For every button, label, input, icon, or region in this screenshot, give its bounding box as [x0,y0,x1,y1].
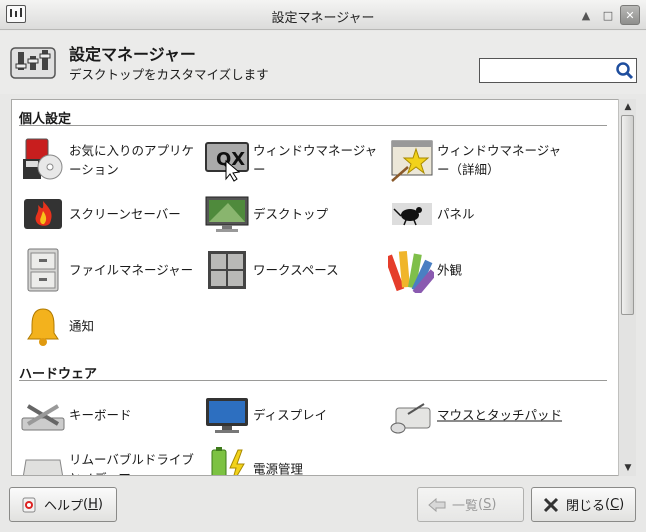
item-desktop[interactable]: デスクトップ [203,190,388,238]
section-divider [19,380,607,381]
item-removable-drives[interactable]: リムーバブルドライブとメディア [19,445,204,475]
bell-icon [19,302,67,350]
all-settings-button[interactable]: 一覧(S) [417,487,524,522]
item-label: ディスプレイ [253,407,328,423]
item-label: ファイルマネージャー [69,262,194,278]
close-window-icon[interactable]: ✕ [620,5,640,25]
close-accel: C [610,497,620,512]
item-label: ワークスペース [253,262,339,278]
mouse-icon [387,391,435,439]
item-workspaces[interactable]: ワークスペース [203,246,388,294]
item-keyboard[interactable]: キーボード [19,391,204,439]
maximize-window-icon[interactable]: □ [598,5,618,25]
help-label: ヘルプ [44,499,84,514]
item-panel[interactable]: パネル [387,190,572,238]
item-notifications[interactable]: 通知 [19,302,204,350]
window-title: 設定マネージャー [271,11,375,26]
header-title: 設定マネージャー [69,45,196,64]
item-label: 外観 [437,262,463,278]
search-icon[interactable] [615,61,634,80]
back-arrow-icon [428,496,446,514]
favorite-apps-icon [19,136,67,184]
window-manager-tweaks-icon [387,136,435,184]
shade-window-icon[interactable]: ▲ [576,5,596,25]
screensaver-icon [19,190,67,238]
item-display[interactable]: ディスプレイ [203,391,388,439]
vertical-scrollbar[interactable]: ▲ ▼ [618,99,636,476]
item-label: リムーバブルドライブとメディア [69,452,194,475]
section-divider [19,125,607,126]
item-label: パネル [437,206,475,222]
settings-manager-icon [10,44,56,80]
removable-drive-icon [19,445,67,475]
scroll-down-icon[interactable]: ▼ [622,462,634,474]
help-button[interactable]: ヘルプ(H) [9,487,117,522]
file-manager-icon [19,246,67,294]
search-input[interactable] [479,58,637,83]
item-label: 通知 [69,318,95,334]
scrollbar-thumb[interactable] [621,115,634,315]
desktop-icon [203,190,251,238]
item-label: デスクトップ [253,206,329,222]
help-accel: H [88,497,98,512]
title-bar: 設定マネージャー ▲ □ ✕ [0,0,646,30]
keyboard-icon [19,391,67,439]
item-label: ウィンドウマネージャー（詳細） [437,143,562,177]
item-favorite-apps[interactable]: お気に入りのアプリケーション [19,136,204,184]
item-appearance[interactable]: 外観 [387,246,572,294]
settings-list: 個人設定 お気に入りのアプリケーション QX ウィンドウマネージャー ウィンドウ… [11,99,636,476]
item-window-manager-tweaks[interactable]: ウィンドウマネージャー（詳細） [387,136,572,184]
item-label: マウスとタッチパッド [437,407,563,423]
item-power-manager[interactable]: 電源管理 [203,445,388,476]
scroll-up-icon[interactable]: ▲ [622,101,634,113]
item-mouse-touchpad[interactable]: マウスとタッチパッド [387,391,572,439]
close-icon [542,496,560,514]
close-label: 閉じる [566,499,606,514]
close-button[interactable]: 閉じる(C) [531,487,636,522]
color-palette-icon [387,246,435,294]
header-subtitle: デスクトップをカスタマイズします [69,67,269,82]
item-window-manager[interactable]: QX ウィンドウマネージャー [203,136,388,184]
item-file-manager[interactable]: ファイルマネージャー [19,246,204,294]
workspaces-icon [203,246,251,294]
item-label: お気に入りのアプリケーション [69,143,195,177]
item-label: ウィンドウマネージャー [253,143,378,177]
all-settings-accel: S [483,497,492,512]
dialog-header: 設定マネージャー デスクトップをカスタマイズします [0,31,646,94]
item-label: 電源管理 [253,461,304,476]
battery-icon [203,445,251,475]
panel-icon [387,190,435,238]
item-label: キーボード [69,407,132,423]
item-label: スクリーンセーバー [69,206,181,222]
item-screensaver[interactable]: スクリーンセーバー [19,190,204,238]
monitor-icon [203,391,251,439]
help-icon [20,496,38,514]
all-settings-label: 一覧 [452,499,479,514]
window-manager-icon: QX [203,136,251,184]
